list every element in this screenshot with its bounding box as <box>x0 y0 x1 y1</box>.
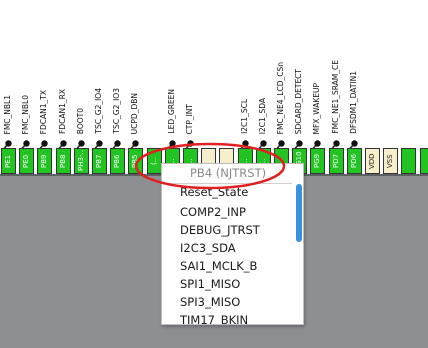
highlight-ellipse-annotation <box>134 142 286 190</box>
highlight-ellipse-shape <box>134 142 286 190</box>
